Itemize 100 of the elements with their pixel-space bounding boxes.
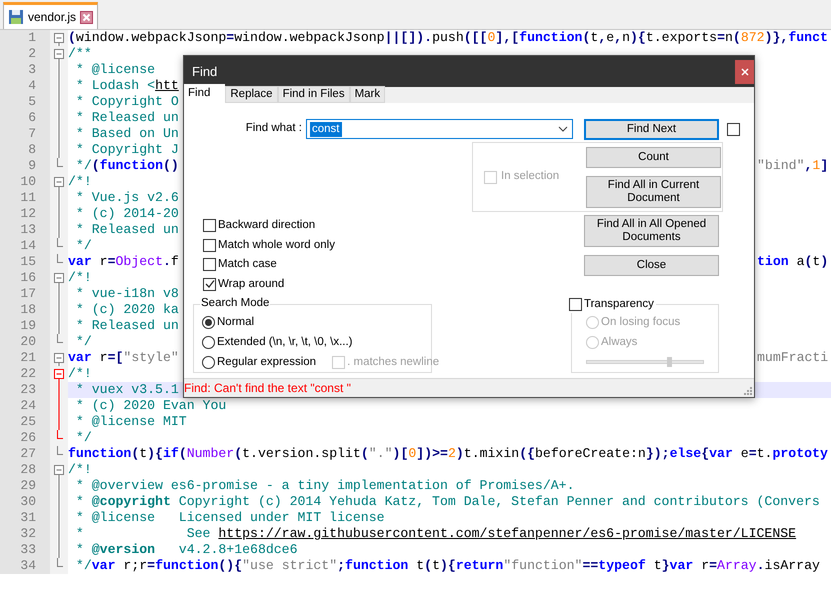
line-number: 8 xyxy=(0,142,50,158)
line-number: 15 xyxy=(0,254,50,270)
line-number: 34 xyxy=(0,558,50,574)
checkbox[interactable] xyxy=(203,219,216,232)
resize-grip-icon[interactable] xyxy=(744,387,752,395)
dialog-button[interactable]: Find All in Current Document xyxy=(586,176,721,208)
code-text: /*! xyxy=(68,462,92,478)
status-message: Find: Can't find the text "const " xyxy=(184,380,351,397)
radio-button[interactable] xyxy=(202,316,215,329)
code-text: */(function() xyxy=(74,158,179,174)
fold-toggle-icon[interactable] xyxy=(54,353,64,366)
line-number: 6 xyxy=(0,110,50,126)
code-text: /*! xyxy=(68,174,92,190)
code-text: * (c) 2020 ka xyxy=(74,302,179,318)
checkbox[interactable] xyxy=(203,278,216,291)
line-number: 4 xyxy=(0,78,50,94)
code-text: * Copyright O xyxy=(74,94,179,110)
line-number: 31 xyxy=(0,510,50,526)
line-number: 12 xyxy=(0,206,50,222)
fold-toggle-icon[interactable] xyxy=(54,273,64,286)
line-number: 18 xyxy=(0,302,50,318)
tab-label: vendor.js xyxy=(28,9,76,26)
code-text: function(t){if(Number(t.version.split(".")[0])>=2)t.mixin({beforeCreate:n});else{var e=t.prototy xyxy=(68,446,828,462)
link[interactable]: https://raw.githubusercontent.com/stefanpenner/es6-promise/master/LICENSE xyxy=(218,526,796,541)
code-text: * See https://raw.githubusercontent.com/stefanpenner/es6-promise/master/LICENSE xyxy=(74,526,796,542)
slider-thumb[interactable] xyxy=(666,357,672,367)
code-text: * Based on Un xyxy=(74,126,179,142)
radio-label: On losing focus xyxy=(601,314,680,330)
code-text: */var r;r=function(){"use strict";function t(t){return"function"==typeof t}var r=Array.isArray xyxy=(74,558,820,574)
radio-button[interactable] xyxy=(202,356,215,369)
checkbox-label: Wrap around xyxy=(218,276,284,292)
line-number: 33 xyxy=(0,542,50,558)
close-button[interactable] xyxy=(735,60,754,84)
fold-toggle-icon[interactable] xyxy=(54,465,64,478)
window-title: Find xyxy=(192,62,218,81)
line-number: 2 xyxy=(0,46,50,62)
line-number: 9 xyxy=(0,158,50,174)
checkbox[interactable] xyxy=(203,238,216,252)
line-number: 27 xyxy=(0,446,50,462)
close-icon[interactable] xyxy=(80,10,94,24)
radio-label: Regular expression xyxy=(217,354,316,370)
line-number: 5 xyxy=(0,94,50,110)
line-number: 14 xyxy=(0,238,50,254)
chevron-down-icon xyxy=(558,126,568,132)
dialog-tab[interactable]: Find in Files xyxy=(278,86,350,103)
radio-label: Normal xyxy=(217,314,254,330)
checkbox-label: Transparency xyxy=(584,297,654,312)
line-number: 3 xyxy=(0,62,50,78)
radio-button[interactable] xyxy=(202,336,215,349)
checkbox[interactable] xyxy=(569,298,582,312)
code-text: * Released un xyxy=(74,318,179,334)
dialog-tab[interactable]: Replace xyxy=(225,86,278,103)
dialog-button[interactable]: Count xyxy=(586,146,721,168)
close-icon xyxy=(740,68,748,76)
line-number: 24 xyxy=(0,398,50,414)
checkbox[interactable] xyxy=(203,258,216,272)
line-number: 1 xyxy=(0,30,50,46)
code-text: var r=Object.f xyxy=(68,254,179,270)
find-what-combo[interactable]: const xyxy=(306,119,573,139)
fold-toggle-icon[interactable] xyxy=(54,177,64,190)
checkbox-label: Backward direction xyxy=(218,218,316,234)
line-number: 11 xyxy=(0,190,50,206)
code-text: /*! xyxy=(68,270,92,286)
code-text: */ xyxy=(74,430,92,446)
radio-label: Extended (\n, \r, \t, \0, \x...) xyxy=(217,334,353,350)
code-text: var r=["style" xyxy=(68,350,179,366)
code-text: * @license Licensed under MIT license xyxy=(74,510,385,526)
dialog-tab[interactable]: Mark xyxy=(350,86,386,103)
checkbox[interactable] xyxy=(727,122,740,136)
line-number: 30 xyxy=(0,494,50,510)
line-number: 32 xyxy=(0,526,50,542)
line-number: 7 xyxy=(0,126,50,142)
code-text: * vuex v3.5.1 xyxy=(74,382,179,398)
code-text: /*! xyxy=(68,366,92,382)
line-number: 19 xyxy=(0,318,50,334)
file-tab[interactable]: vendor.js xyxy=(3,2,98,29)
line-number: 23 xyxy=(0,382,50,398)
find-what-label: Find what : xyxy=(244,121,303,136)
checkbox-label: Match case xyxy=(218,257,277,272)
code-text: (window.webpackJsonp=window.webpackJsonp||[]).push([[0],[function(t,e,n){t.exports=n(872)},funct xyxy=(68,30,828,46)
code-text: * @overview es6-promise - a tiny implementation of Promises/A+. xyxy=(74,478,574,494)
link[interactable]: htt xyxy=(155,78,179,93)
line-number: 29 xyxy=(0,478,50,494)
fold-toggle-icon[interactable] xyxy=(54,33,64,46)
code-text: * @license xyxy=(74,62,156,78)
code-text: * Vue.js v2.6 xyxy=(74,190,179,206)
checkbox-label: Match whole word only xyxy=(218,238,335,253)
code-text: * Released un xyxy=(74,110,179,126)
dialog-button[interactable]: Close xyxy=(584,255,719,276)
line-number: 10 xyxy=(0,174,50,190)
dialog-button[interactable]: Find Next xyxy=(584,118,719,140)
fold-toggle-icon[interactable] xyxy=(54,369,64,382)
line-number: 22 xyxy=(0,366,50,382)
line-number: 25 xyxy=(0,414,50,430)
dialog-tab[interactable]: Find xyxy=(184,84,226,103)
fold-toggle-icon[interactable] xyxy=(54,49,64,62)
code-text: /** xyxy=(68,46,92,62)
code-text: * (c) 2020 Evan You xyxy=(74,398,226,414)
dialog-button[interactable]: Find All in All Opened Documents xyxy=(584,215,719,247)
code-text: * (c) 2014-20 xyxy=(74,206,179,222)
